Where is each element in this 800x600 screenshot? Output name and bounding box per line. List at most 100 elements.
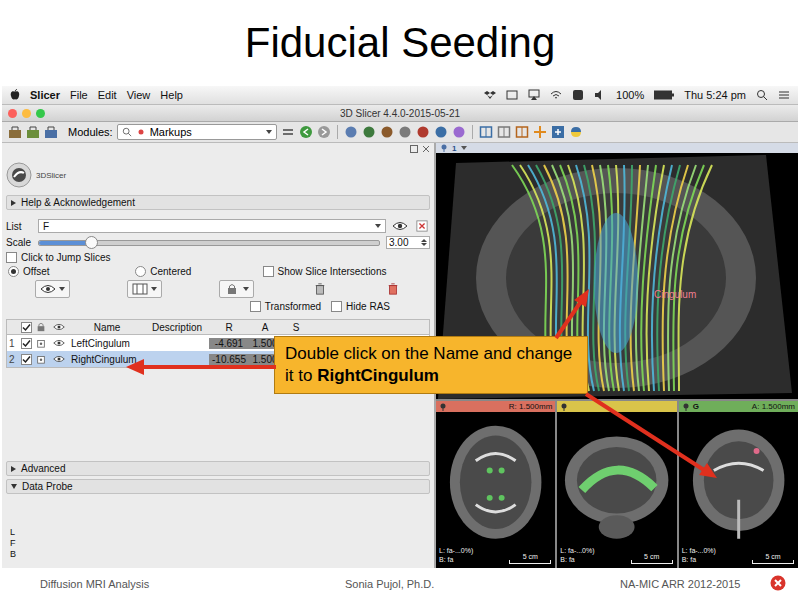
scale-slider[interactable] [38,240,380,246]
minimize-window-icon[interactable] [22,109,31,118]
column-header[interactable]: Name [69,322,145,333]
markup-r[interactable]: -10.655 [209,354,249,365]
hide-ras-checkbox[interactable]: Hide RAS [331,301,390,312]
back-icon[interactable] [299,125,313,139]
slicer-logo: 3DSlicer [6,158,430,192]
header-eye-icon[interactable] [53,322,65,332]
checkbox-icon[interactable] [263,266,274,277]
row-visibility-icon[interactable] [53,354,65,364]
slice-view[interactable]: GA: 1.500mmL: fa-...0%)B: fa5 cm [679,401,798,568]
column-header[interactable]: S [281,322,311,333]
crosshair-icon[interactable] [533,125,547,139]
toolbar-module-icon[interactable] [434,125,448,139]
toolbar-module-icon[interactable] [416,125,430,139]
list-icon[interactable] [778,89,790,101]
row-visibility-icon[interactable] [53,338,65,348]
menu-app-name[interactable]: Slicer [30,89,60,101]
toolbar-layout-icon[interactable] [479,125,493,139]
visibility-menu-button[interactable] [35,280,70,298]
row-lock-icon[interactable] [35,338,47,348]
scale-spinbox[interactable]: 3.00 [386,236,430,249]
extensions-icon[interactable] [551,125,565,139]
toolbar-load-icon[interactable] [8,125,22,139]
toolbar-layout-icon[interactable] [515,125,529,139]
view-menu-icon[interactable] [460,144,468,152]
close-circle-icon[interactable] [770,575,786,591]
column-header[interactable]: Description [145,322,209,333]
volume-icon[interactable] [594,89,606,101]
pin-icon[interactable] [440,144,448,152]
radio-icon[interactable] [8,266,19,277]
apple-icon[interactable] [10,89,20,101]
column-header[interactable]: A [249,322,281,333]
battery-icon[interactable] [654,90,674,100]
checkbox-icon[interactable] [6,252,17,263]
toolbar-load-icon[interactable] [26,125,40,139]
slice-view[interactable]: L: fa-...0%)B: fa5 cm [557,401,676,568]
collapsible-section[interactable]: Advanced [6,461,430,476]
toolbar-module-icon[interactable] [398,125,412,139]
glyph-mode-radio[interactable]: Offset [8,266,135,277]
delete-all-icon[interactable] [385,283,401,295]
checkbox-icon[interactable] [331,301,342,312]
forward-icon[interactable] [317,125,331,139]
column-header[interactable]: R [209,322,249,333]
airplay-icon[interactable] [528,89,540,101]
checkbox-icon[interactable] [250,301,261,312]
toolbar-load-icon[interactable] [44,125,58,139]
close-window-icon[interactable] [8,109,17,118]
toolbar-module-icon[interactable] [344,125,358,139]
toolbar-module-icon[interactable] [380,125,394,139]
row-checkbox-icon[interactable] [21,354,32,365]
menu-item[interactable]: File [70,89,88,101]
lock-menu-button[interactable] [219,280,254,298]
module-history-icon[interactable] [281,125,295,139]
list-selector[interactable]: F [38,219,386,233]
box-icon[interactable] [506,89,518,101]
wifi-icon[interactable] [550,89,562,101]
menu-item[interactable]: View [127,89,151,101]
delete-list-icon[interactable] [414,220,430,232]
spin-arrows-icon[interactable] [421,239,427,246]
transformed-checkbox[interactable]: Transformed [250,301,321,312]
menu-item[interactable]: Edit [98,89,117,101]
radio-icon[interactable] [135,266,146,277]
skype-icon[interactable] [572,89,584,101]
dropbox-icon[interactable] [484,89,496,101]
delete-markup-icon[interactable] [312,283,328,295]
menu-item[interactable]: Help [160,89,183,101]
help-section[interactable]: Help & Acknowledgement [6,195,430,210]
zoom-window-icon[interactable] [36,109,45,118]
row-lock-icon[interactable] [35,354,47,364]
pin-icon[interactable] [439,403,447,411]
markup-name[interactable]: LeftCingulum [69,338,145,349]
pin-icon[interactable] [560,403,568,411]
slice-intersections-checkbox[interactable]: Show Slice Intersections [263,266,428,277]
pin-icon[interactable] [682,403,690,411]
toolbar-layout-icon[interactable] [497,125,511,139]
toolbar-module-icon[interactable] [362,125,376,139]
slice-view[interactable]: R: 1.500mmL: fa-...0%)B: fa5 cm [436,401,555,568]
undock-icon[interactable] [410,145,418,153]
probe-label: F [10,538,426,549]
window-title: 3D Slicer 4.4.0-2015-05-21 [68,108,732,119]
header-lock-icon[interactable] [35,322,47,332]
select-menu-button[interactable] [127,280,162,298]
header-checkbox-icon[interactable] [21,322,32,333]
section-label: Advanced [21,463,65,474]
visibility-eye-icon[interactable] [392,220,408,232]
markup-r[interactable]: -4.691 [209,338,249,349]
slider-handle[interactable] [85,236,98,249]
collapsible-section[interactable]: Data Probe [6,479,430,494]
arrow-to-3d-icon [556,289,589,338]
glyph-mode-radio[interactable]: Centered [135,266,262,277]
toolbar-module-icon[interactable] [452,125,466,139]
row-checkbox-icon[interactable] [21,338,32,349]
module-selector[interactable]: Markups [117,124,277,140]
markup-name[interactable]: RightCingulum [69,354,145,365]
close-panel-icon[interactable] [422,145,430,153]
menu-clock[interactable]: Thu 5:24 pm [684,89,746,101]
search-icon[interactable] [756,89,768,101]
python-icon[interactable] [569,125,583,139]
jump-slices-checkbox[interactable]: Click to Jump Slices [6,252,430,263]
